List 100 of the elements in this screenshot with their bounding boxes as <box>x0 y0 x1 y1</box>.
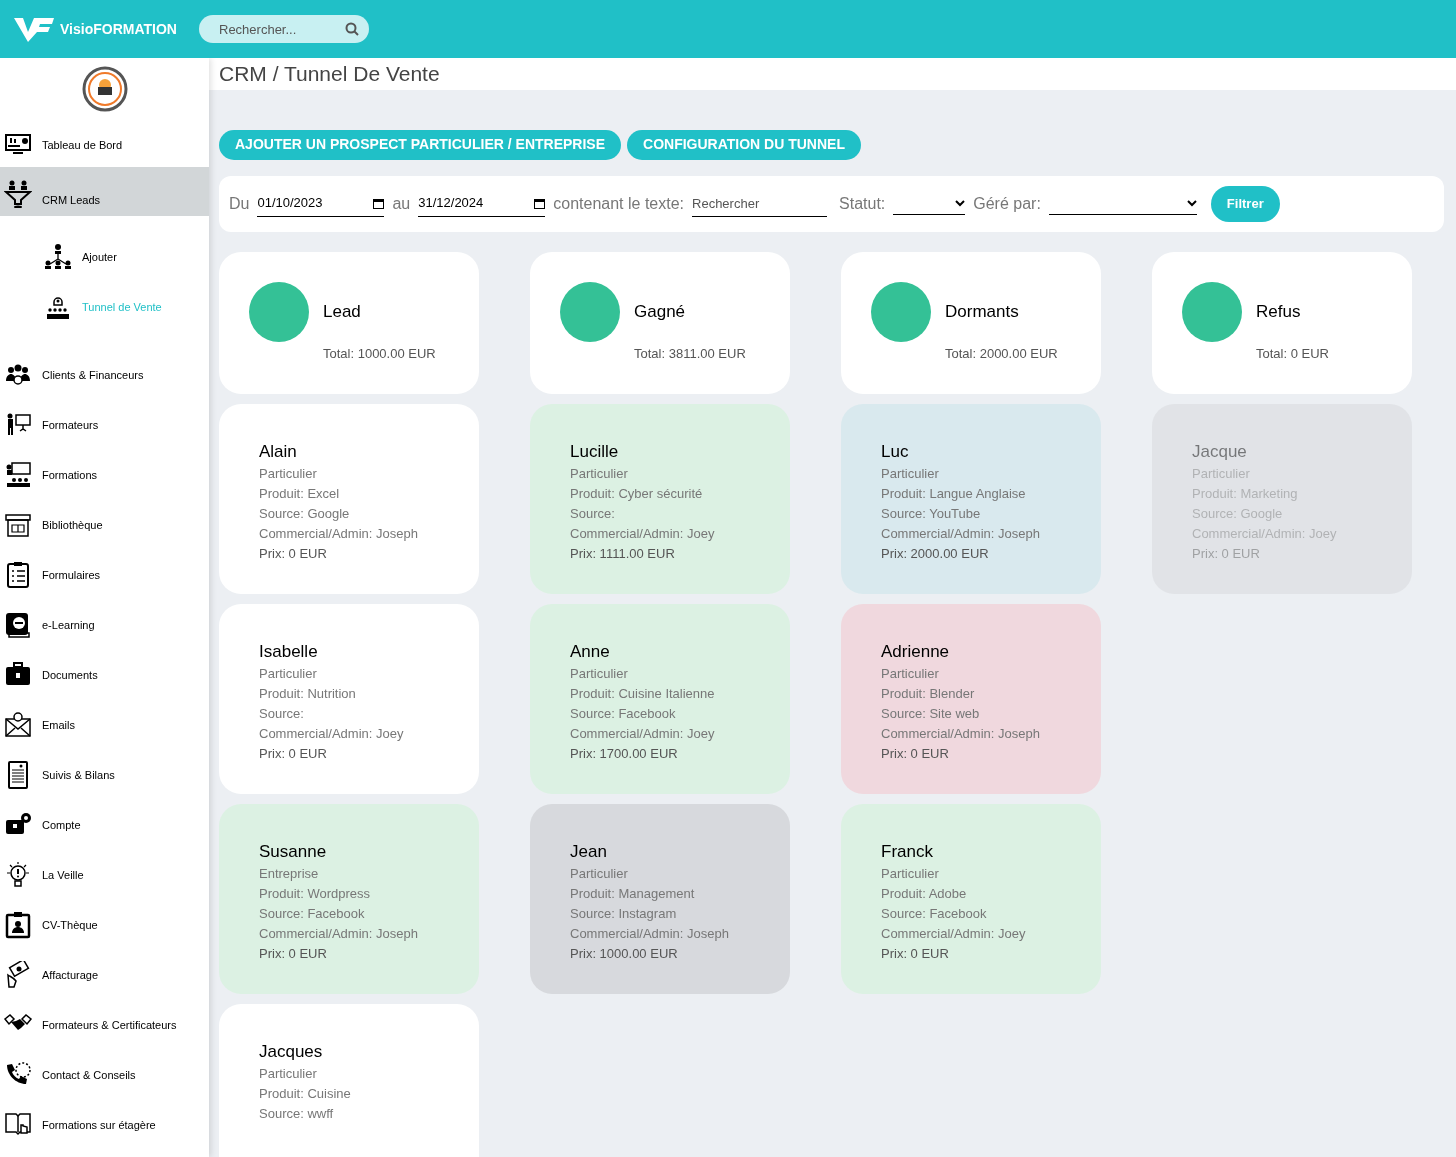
lead-detail: Commercial/Admin: Joey <box>570 524 715 543</box>
lead-name: Anne <box>570 640 610 663</box>
lead-detail: Prix: 0 EUR <box>881 944 949 963</box>
filter-label: au <box>392 193 411 214</box>
stage-total: Total: 1000.00 EUR <box>323 344 437 363</box>
calendar-icon <box>373 197 385 209</box>
lead-detail: Source: <box>259 704 304 723</box>
lead-detail: Produit: Langue Anglaise <box>881 484 1026 503</box>
lead-detail: Particulier <box>570 664 628 683</box>
lead-card[interactable]: Adrienne Particulier Produit: Blender Source: Site web Commercial/Admin: Joseph Prix: 0 EUR <box>841 603 1101 794</box>
date-field[interactable]: 31/12/2024 <box>418 190 546 217</box>
stage-title: Lead <box>323 300 361 323</box>
lead-name: Luc <box>881 440 909 463</box>
filter-label: contenant le texte: <box>553 193 684 214</box>
sidebar-item[interactable]: CV-Thèque <box>0 900 209 950</box>
lead-detail: Prix: 0 EUR <box>259 944 327 963</box>
page-title: CRM / Tunnel De Vente <box>219 61 440 87</box>
text-search-field[interactable]: Rechercher <box>692 190 827 217</box>
lead-card[interactable]: Alain Particulier Produit: Excel Source: Google Commercial/Admin: Joseph Prix: 0 EUR <box>219 403 479 594</box>
calendar-icon <box>534 197 546 209</box>
sidebar-item[interactable]: Compte <box>0 800 209 850</box>
stage-title: Refus <box>1256 300 1301 323</box>
lead-detail: Produit: Cuisine <box>259 1084 351 1103</box>
lead-name: Alain <box>259 440 297 463</box>
lead-detail: Source: Instagram <box>570 904 677 923</box>
lead-detail: Source: Facebook <box>259 904 365 923</box>
clipboard-icon <box>4 561 32 589</box>
filter-label: Du <box>229 193 250 214</box>
lead-detail: Produit: Cuisine Italienne <box>570 684 715 703</box>
classroom-icon <box>4 461 32 489</box>
lead-detail: Prix: 0 EUR <box>259 744 327 763</box>
sidebar-item[interactable]: Suivis & Bilans <box>0 750 209 800</box>
lead-card[interactable]: Anne Particulier Produit: Cuisine Italienne Source: Facebook Commercial/Admin: Joey Prix: 1700.00 EUR <box>530 603 790 794</box>
sidebar-item[interactable]: Emails <box>0 700 209 750</box>
sidebar-item[interactable]: Documents <box>0 650 209 700</box>
sidebar-item[interactable]: e-Learning <box>0 600 209 650</box>
lead-detail: Produit: Cyber sécurité <box>570 484 703 503</box>
filter-label: Statut: <box>839 193 886 214</box>
lead-card[interactable]: Jean Particulier Produit: Management Source: Instagram Commercial/Admin: Joseph Prix: 1000.00 EUR <box>530 803 790 994</box>
lead-detail: Prix: 1111.00 EUR <box>570 544 675 563</box>
lead-detail: Particulier <box>570 864 628 883</box>
sidebar-item[interactable]: Formations sur étagère <box>0 1100 209 1150</box>
stage-total: Total: 0 EUR <box>1256 344 1330 363</box>
lead-detail: Commercial/Admin: Joseph <box>881 724 1040 743</box>
lead-card[interactable]: Isabelle Particulier Produit: Nutrition Source: Commercial/Admin: Joey Prix: 0 EUR <box>219 603 479 794</box>
sidebar-item[interactable]: Bibliothèque <box>0 500 209 550</box>
lead-detail: Commercial/Admin: Joseph <box>881 524 1040 543</box>
lead-name: Franck <box>881 840 933 863</box>
lead-name: Susanne <box>259 840 327 863</box>
lead-detail: Produit: Wordpress <box>259 884 371 903</box>
lead-name: Jacque <box>1192 440 1247 463</box>
lead-detail: Prix: 2000.00 EUR <box>881 544 989 563</box>
sidebar-item[interactable]: Contact & Conseils <box>0 1050 209 1100</box>
sidebar-item[interactable]: Formulaires <box>0 550 209 600</box>
lead-detail: Source: <box>570 504 615 523</box>
lead-detail: Produit: Excel <box>259 484 340 503</box>
sidebar-item[interactable]: Formateurs & Certificateurs <box>0 1000 209 1050</box>
chevron-down-icon <box>1186 199 1197 207</box>
lead-detail: Particulier <box>881 664 939 683</box>
lead-detail: Commercial/Admin: Joseph <box>570 924 729 943</box>
lead-detail: Commercial/Admin: Joey <box>881 924 1026 943</box>
lead-detail: Particulier <box>570 464 628 483</box>
sidebar-item[interactable]: Formations <box>0 450 209 500</box>
lead-card[interactable]: Susanne Entreprise Produit: Wordpress Source: Facebook Commercial/Admin: Joseph Prix: 0 EUR <box>219 803 479 994</box>
logo-icon <box>14 16 54 42</box>
lead-card[interactable]: Franck Particulier Produit: Adobe Source: Facebook Commercial/Admin: Joey Prix: 0 EUR <box>841 803 1101 994</box>
lead-detail: Source: YouTube <box>881 504 981 523</box>
lead-detail: Entreprise <box>259 864 319 883</box>
search-field[interactable]: Rechercher... <box>199 15 369 43</box>
lead-detail: Source: wwff <box>259 1104 334 1123</box>
sidebar-item[interactable]: La Veille <box>0 850 209 900</box>
brand-name: VisioFORMATION <box>60 19 177 39</box>
sidebar-item[interactable]: Clients & Financeurs <box>0 350 209 400</box>
filter-label: Géré par: <box>973 193 1041 214</box>
lead-detail: Commercial/Admin: Joseph <box>259 924 418 943</box>
lead-name: Adrienne <box>881 640 950 663</box>
sidebar-item[interactable]: Formateurs <box>0 400 209 450</box>
stage-total: Total: 3811.00 EUR <box>634 344 747 363</box>
lead-name: Jean <box>570 840 607 863</box>
sidebar-item[interactable]: Tableau de Bord <box>0 120 209 167</box>
sidebar-item[interactable]: CRM Leads <box>0 167 209 216</box>
lead-detail: Source: Site web <box>881 704 980 723</box>
sidebar-item[interactable]: Affacturage <box>0 950 209 1000</box>
lead-detail: Commercial/Admin: Joey <box>259 724 404 743</box>
lead-card[interactable]: Jacques Particulier Produit: Cuisine Source: wwff <box>219 1003 479 1157</box>
search-icon <box>345 22 359 36</box>
lead-detail: Prix: 0 EUR <box>1192 544 1260 563</box>
lead-name: Jacques <box>259 1040 323 1063</box>
lead-detail: Prix: 0 EUR <box>259 544 327 563</box>
stage-title: Gagné <box>634 300 686 323</box>
sidebar-subitem[interactable]: Ajouter <box>0 232 209 282</box>
e-book-icon <box>4 611 32 639</box>
lead-detail: Commercial/Admin: Joey <box>570 724 715 743</box>
chevron-down-icon <box>955 199 966 207</box>
lead-detail: Particulier <box>259 1064 317 1083</box>
stage-total: Total: 2000.00 EUR <box>945 344 1059 363</box>
lead-card[interactable]: Lucille Particulier Produit: Cyber sécurité Source: Commercial/Admin: Joey Prix: 1111.00 EUR <box>530 403 790 594</box>
date-field[interactable]: 01/10/2023 <box>257 190 385 217</box>
lead-name: Isabelle <box>259 640 318 663</box>
lead-card[interactable]: Luc Particulier Produit: Langue Anglaise Source: YouTube Commercial/Admin: Joseph Prix: 2000.00 EUR <box>841 403 1101 594</box>
